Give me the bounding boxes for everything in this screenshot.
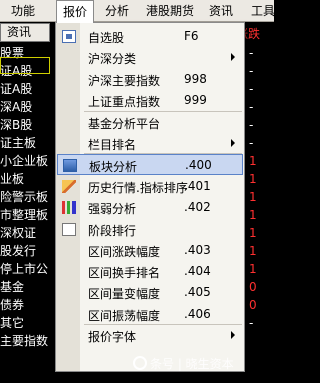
menu-item-label: 基金分析平台 — [88, 117, 161, 131]
menu-item-label: 沪深分类 — [88, 52, 137, 66]
selected-row-outline — [0, 57, 50, 74]
menu-item-shortcut: .404 — [184, 264, 211, 278]
menu-item-label: 区间涨跌幅度 — [88, 245, 161, 259]
menu-item[interactable]: 沪深主要指数 998 — [57, 69, 243, 90]
menu-item-shortcut: .406 — [184, 307, 211, 321]
menu-item[interactable]: 栏目排名 — [57, 133, 243, 154]
menu-item-shortcut: .400 — [185, 158, 212, 172]
submenu-arrow-icon — [231, 53, 235, 61]
change-cell: - — [249, 100, 254, 114]
category-list-item[interactable]: 业板 — [0, 170, 56, 188]
menu-quote[interactable]: 报价 — [56, 0, 94, 23]
change-cell: 1 — [249, 208, 257, 222]
category-list-item[interactable]: 证主板 — [0, 134, 56, 152]
change-cell: - — [249, 82, 254, 96]
change-cell: 0 — [249, 298, 257, 312]
menu-item[interactable]: 区间振荡幅度 .406 — [57, 304, 243, 325]
submenu-arrow-icon — [231, 139, 235, 147]
change-cell: 1 — [249, 172, 257, 186]
change-cell: - — [249, 316, 254, 330]
menu-item-label: 区间振荡幅度 — [88, 309, 161, 323]
pen-icon — [62, 180, 76, 193]
menu-item[interactable]: 基金分析平台 — [57, 112, 243, 133]
menu-item-label: 强弱分析 — [88, 202, 137, 216]
menu-item-label: 历史行情.指标排序 — [88, 181, 188, 195]
category-list-item[interactable]: 股发行 — [0, 242, 56, 260]
menu-bar: 功能 报价 分析 港股期货 资讯 工具 — [0, 0, 275, 23]
menu-item-label: 区间换手排名 — [88, 266, 161, 280]
menu-item-shortcut: .402 — [184, 200, 211, 214]
category-list-item[interactable]: 证A股 — [0, 80, 56, 98]
watermark-logo-icon — [133, 356, 147, 370]
menu-item[interactable]: 历史行情.指标排序 .401 — [57, 176, 243, 197]
category-list-item[interactable]: 主要指数 — [0, 332, 56, 350]
menu-item-label: 板块分析 — [89, 160, 138, 174]
menu-item-shortcut: 999 — [184, 93, 207, 107]
menu-item-label: 自选股 — [88, 31, 125, 45]
menu-item[interactable]: 区间换手排名 .404 — [57, 261, 243, 282]
menu-item[interactable]: 报价字体 — [57, 325, 243, 346]
change-cell: 1 — [249, 262, 257, 276]
change-cell: 1 — [249, 154, 257, 168]
menu-tools[interactable]: 工具 — [246, 0, 280, 22]
category-list: 股票 证A股 证A股 深A股 深B股 证主板 小企业板 业板 险警示板 市整理板 深权证 股发行 停上市… — [0, 44, 56, 350]
change-cell: - — [249, 46, 254, 60]
category-list-item[interactable]: 小企业板 — [0, 152, 56, 170]
menu-item-shortcut: .405 — [184, 285, 211, 299]
menu-item[interactable]: 板块分析 .400 — [57, 154, 243, 175]
category-list-item[interactable]: 基金 — [0, 278, 56, 296]
menu-item-shortcut: .403 — [184, 243, 211, 257]
box-icon — [62, 30, 76, 43]
category-list-item[interactable]: 深A股 — [0, 98, 56, 116]
menu-item-label: 上证重点指数 — [88, 95, 161, 109]
change-cell: - — [249, 64, 254, 78]
grid-icon — [63, 159, 77, 172]
menu-item-label: 阶段排行 — [88, 224, 137, 238]
menu-item[interactable]: 区间涨跌幅度 .403 — [57, 240, 243, 261]
menu-item-label: 栏目排名 — [88, 138, 137, 152]
tab-news[interactable]: 资讯 — [0, 23, 50, 42]
bars-icon — [62, 201, 76, 214]
menu-item[interactable]: 沪深分类 — [57, 47, 243, 68]
menu-item[interactable]: 区间量变幅度 .405 — [57, 282, 243, 303]
submenu-arrow-icon — [231, 331, 235, 339]
change-cell: - — [249, 136, 254, 150]
category-list-item[interactable]: 深B股 — [0, 116, 56, 134]
menu-item[interactable]: 自选股 F6 — [57, 26, 243, 47]
menu-item[interactable]: 上证重点指数 999 — [57, 90, 243, 111]
menu-function[interactable]: 功能 — [6, 0, 40, 22]
menu-item-shortcut: F6 — [184, 29, 199, 43]
menu-item-label: 区间量变幅度 — [88, 287, 161, 301]
menu-item[interactable]: 阶段排行 — [57, 219, 243, 240]
category-list-item[interactable]: 其它 — [0, 314, 56, 332]
change-cell: 1 — [249, 244, 257, 258]
menu-hk-futures[interactable]: 港股期货 — [142, 0, 198, 22]
menu-item-shortcut: 998 — [184, 72, 207, 86]
doc-icon — [62, 223, 76, 236]
change-cell: 1 — [249, 190, 257, 204]
menu-analysis[interactable]: 分析 — [100, 0, 134, 22]
category-list-item[interactable]: 停上市公 — [0, 260, 56, 278]
category-list-item[interactable]: 深权证 — [0, 224, 56, 242]
menu-item-label: 报价字体 — [88, 330, 137, 344]
change-cell: - — [249, 118, 254, 132]
category-list-item[interactable]: 债券 — [0, 296, 56, 314]
change-column: - - - - - - 1 1 1 1 1 1 1 0 0 - — [249, 44, 274, 332]
menu-item[interactable]: 强弱分析 .402 — [57, 197, 243, 218]
menu-news[interactable]: 资讯 — [204, 0, 238, 22]
watermark-text: 条号 | 晓生资本 — [150, 357, 234, 371]
menu-item-label: 沪深主要指数 — [88, 74, 161, 88]
change-cell: 0 — [249, 280, 257, 294]
change-cell: 1 — [249, 226, 257, 240]
category-list-item[interactable]: 险警示板 — [0, 188, 56, 206]
quote-dropdown-menu: 自选股 F6 沪深分类沪深主要指数 998 上证重点指数 999 基金分析平台 栏目排名板块分… — [55, 22, 245, 372]
menu-item-shortcut: .401 — [184, 179, 211, 193]
category-list-item[interactable]: 市整理板 — [0, 206, 56, 224]
